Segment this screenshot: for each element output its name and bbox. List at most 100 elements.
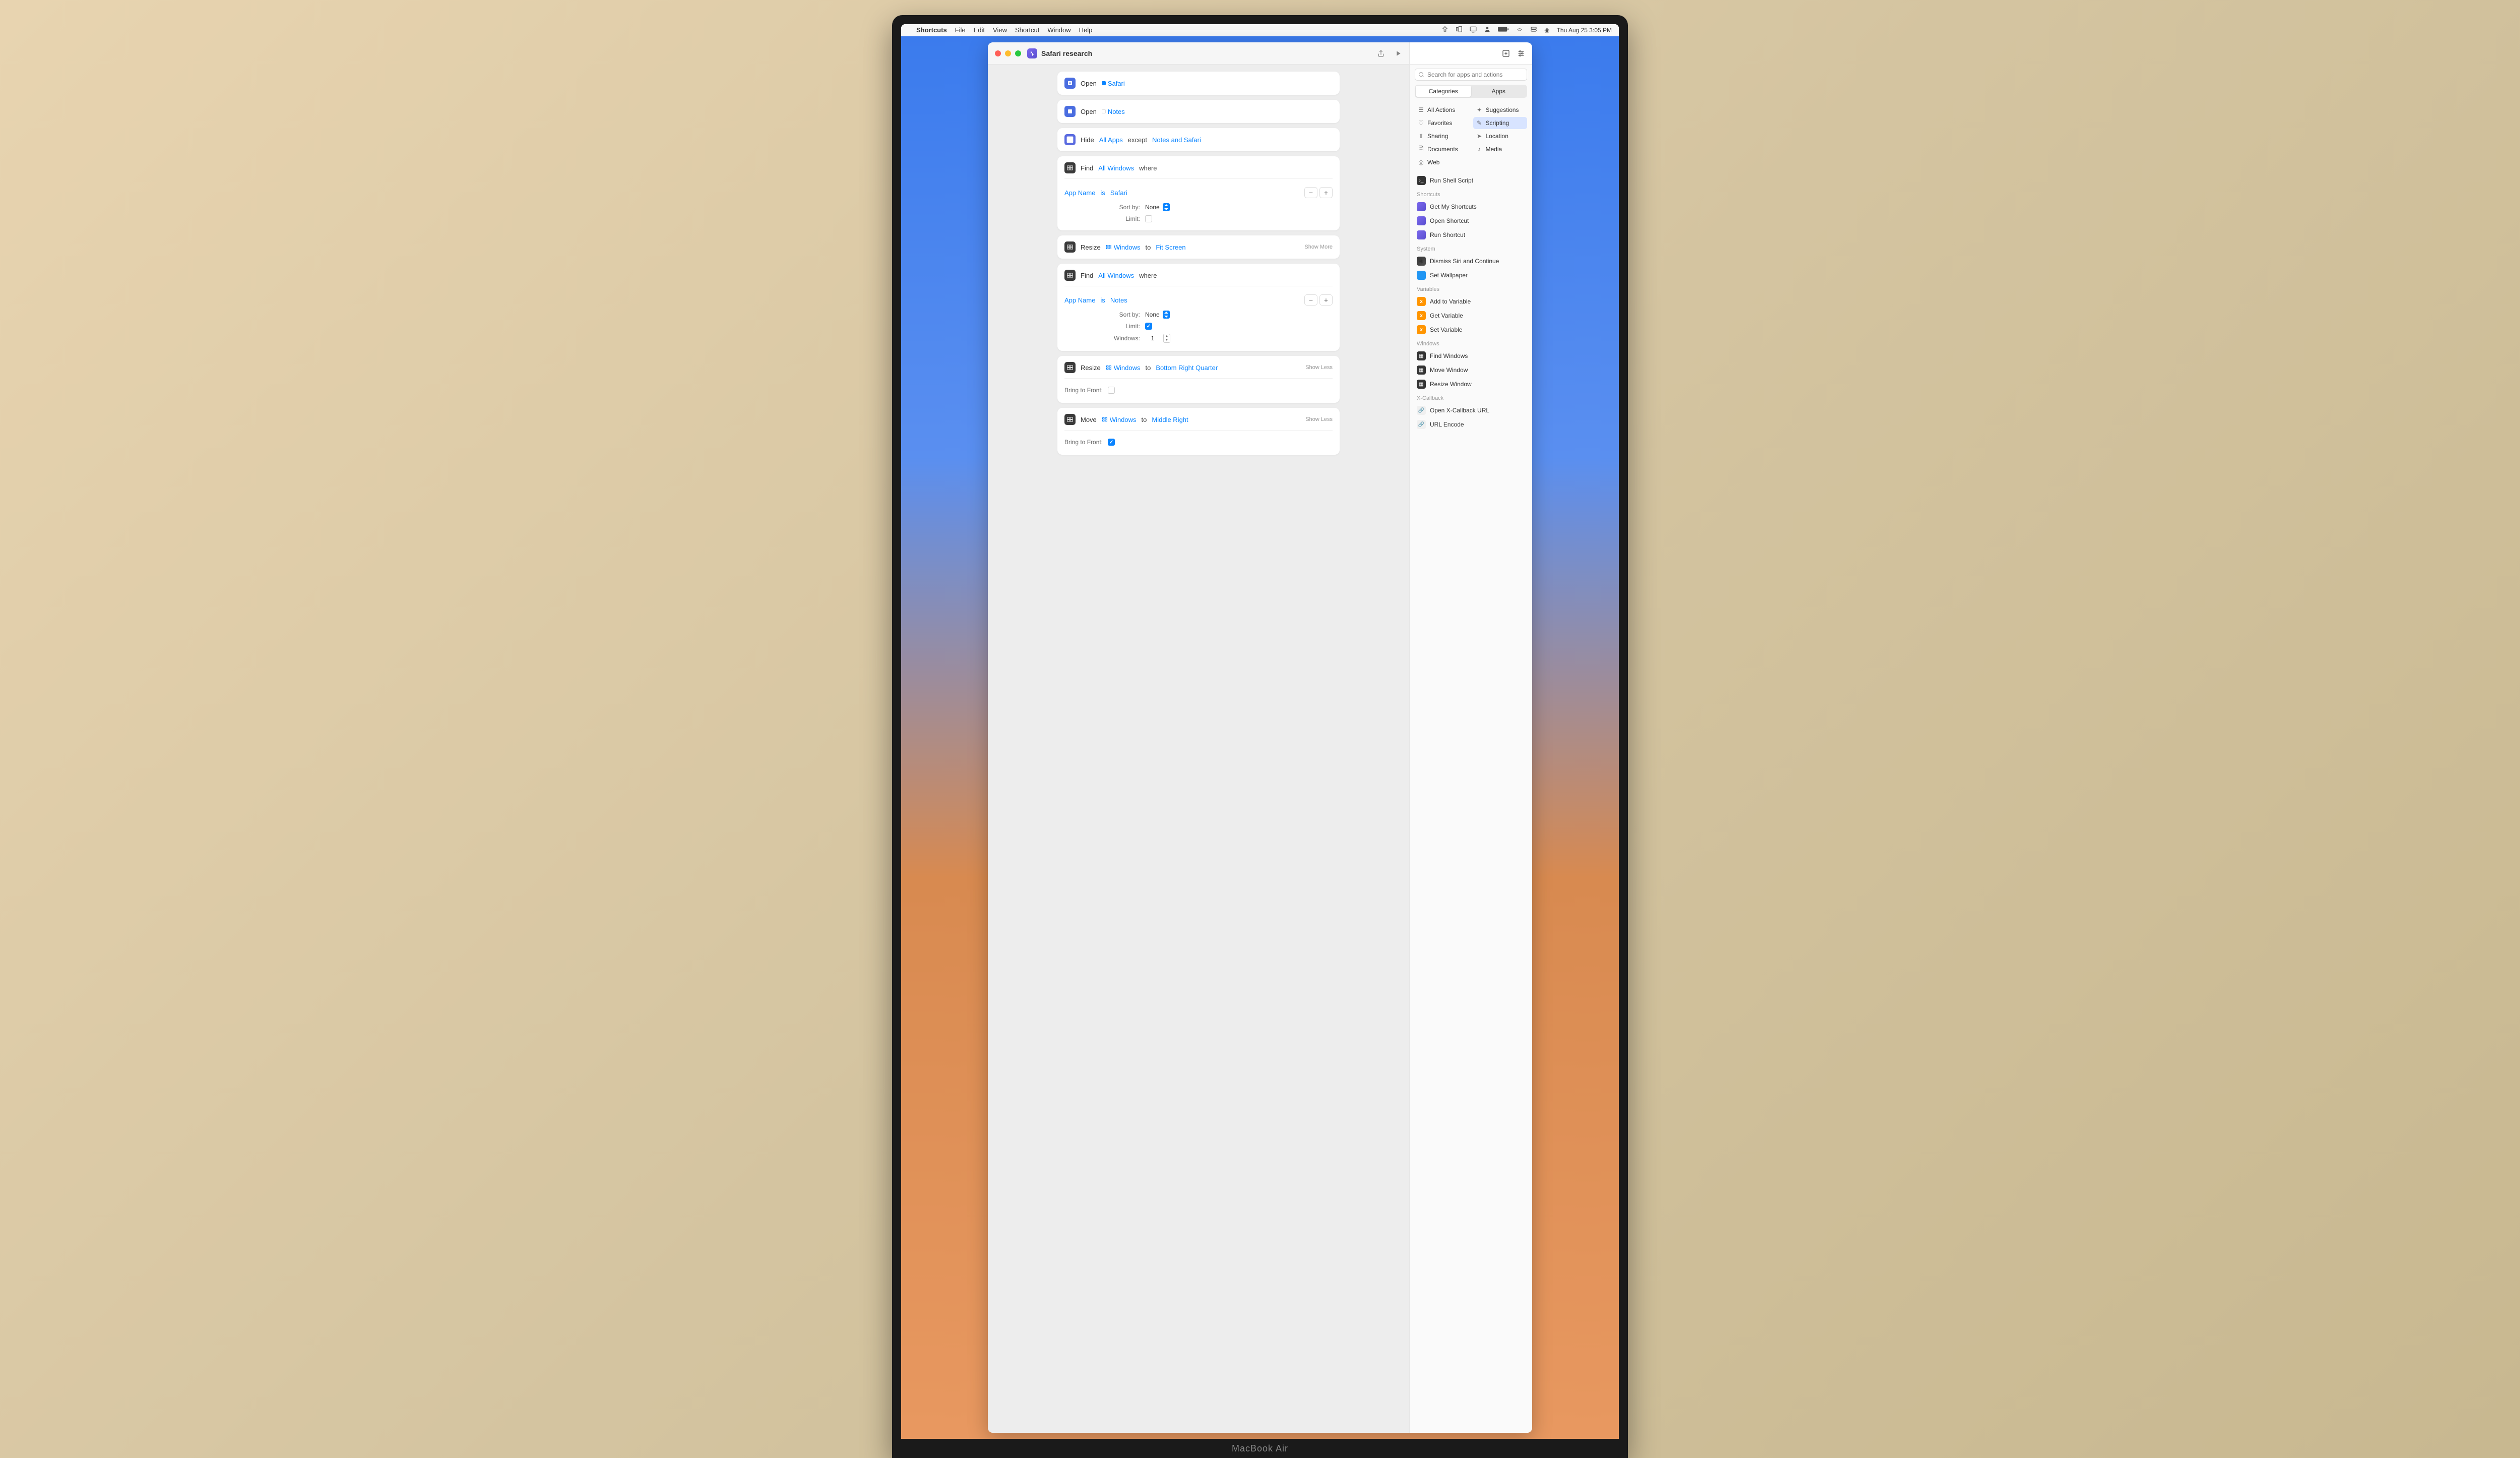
scope-token[interactable]: All Apps bbox=[1099, 136, 1123, 144]
clock[interactable]: Thu Aug 25 3:05 PM bbox=[1557, 27, 1612, 34]
action-resize-fit-screen[interactable]: Resize Windows to Fit Screen Show More bbox=[1057, 235, 1340, 259]
filter-op[interactable]: is bbox=[1100, 189, 1105, 197]
action-set-wallpaper[interactable]: Set Wallpaper bbox=[1415, 268, 1527, 282]
action-url-encode[interactable]: 🔗URL Encode bbox=[1415, 417, 1527, 432]
window-icon bbox=[1064, 241, 1076, 253]
cat-suggestions[interactable]: ✦Suggestions bbox=[1473, 104, 1528, 116]
sort-select[interactable]: None bbox=[1145, 311, 1170, 319]
menu-window[interactable]: Window bbox=[1047, 26, 1070, 34]
action-open-shortcut[interactable]: Open Shortcut bbox=[1415, 214, 1527, 228]
action-resize-window[interactable]: ▦Resize Window bbox=[1415, 377, 1527, 391]
action-run-shortcut[interactable]: Run Shortcut bbox=[1415, 228, 1527, 242]
cat-web[interactable]: ◎Web bbox=[1415, 156, 1469, 168]
editor-canvas[interactable]: Open Safari Open Notes bbox=[988, 65, 1409, 1433]
action-dismiss-siri[interactable]: ◉Dismiss Siri and Continue bbox=[1415, 254, 1527, 268]
laptop-chin: MacBook Air bbox=[901, 1439, 1619, 1458]
remove-filter-button[interactable]: − bbox=[1304, 187, 1317, 198]
apps-token[interactable]: Notes and Safari bbox=[1152, 136, 1201, 144]
cat-scripting[interactable]: ✎Scripting bbox=[1473, 117, 1528, 129]
app-token-notes[interactable]: Notes bbox=[1102, 108, 1125, 115]
share-icon[interactable] bbox=[1377, 49, 1385, 57]
cat-sharing[interactable]: ⇧Sharing bbox=[1415, 130, 1469, 142]
control-center-icon[interactable] bbox=[1530, 26, 1537, 34]
cat-documents[interactable]: 🗎Documents bbox=[1415, 143, 1469, 155]
cat-favorites[interactable]: ♡Favorites bbox=[1415, 117, 1469, 129]
action-move-middle-right[interactable]: Move Windows to Middle Right Show Less B… bbox=[1057, 408, 1340, 455]
windows-token[interactable]: Windows bbox=[1106, 364, 1141, 372]
location-icon: ➤ bbox=[1476, 133, 1483, 140]
cat-location[interactable]: ➤Location bbox=[1473, 130, 1528, 142]
remove-filter-button[interactable]: − bbox=[1304, 294, 1317, 306]
limit-checkbox[interactable] bbox=[1145, 215, 1152, 222]
sort-select[interactable]: None bbox=[1145, 203, 1170, 211]
action-find-windows-notes[interactable]: Find All Windows where App Name is Notes bbox=[1057, 264, 1340, 351]
filter-value[interactable]: Notes bbox=[1110, 296, 1127, 304]
windows-token[interactable]: Windows bbox=[1106, 244, 1141, 251]
maximize-button[interactable] bbox=[1015, 50, 1021, 56]
run-button[interactable] bbox=[1394, 49, 1402, 57]
menu-shortcut[interactable]: Shortcut bbox=[1015, 26, 1039, 34]
action-find-windows-safari[interactable]: Find All Windows where App Name is Safar… bbox=[1057, 156, 1340, 230]
search-input[interactable] bbox=[1415, 69, 1527, 81]
close-button[interactable] bbox=[995, 50, 1001, 56]
sidebar-segmented-control[interactable]: Categories Apps bbox=[1415, 85, 1527, 98]
stage-manager-icon[interactable] bbox=[1456, 26, 1463, 34]
move-value[interactable]: Middle Right bbox=[1152, 416, 1188, 423]
tab-categories[interactable]: Categories bbox=[1416, 86, 1471, 97]
action-get-my-shortcuts[interactable]: Get My Shortcuts bbox=[1415, 200, 1527, 214]
menu-help[interactable]: Help bbox=[1079, 26, 1093, 34]
action-run-shell-script[interactable]: ›_Run Shell Script bbox=[1415, 173, 1527, 188]
action-add-to-variable[interactable]: xAdd to Variable bbox=[1415, 294, 1527, 309]
resize-value[interactable]: Bottom Right Quarter bbox=[1156, 364, 1218, 372]
scope-token[interactable]: All Windows bbox=[1098, 272, 1134, 279]
airdrop-icon[interactable] bbox=[1441, 26, 1448, 34]
library-icon[interactable] bbox=[1502, 49, 1510, 57]
siri-icon[interactable]: ◉ bbox=[1544, 27, 1549, 34]
show-more-button[interactable]: Show More bbox=[1304, 244, 1333, 250]
action-resize-bottom-right[interactable]: Resize Windows to Bottom Right Quarter S… bbox=[1057, 356, 1340, 403]
action-get-variable[interactable]: xGet Variable bbox=[1415, 309, 1527, 323]
shortcuts-icon bbox=[1417, 202, 1426, 211]
menu-edit[interactable]: Edit bbox=[974, 26, 985, 34]
link-icon: 🔗 bbox=[1417, 406, 1426, 415]
app-token-safari[interactable]: Safari bbox=[1102, 80, 1125, 87]
action-open-x-callback[interactable]: 🔗Open X-Callback URL bbox=[1415, 403, 1527, 417]
resize-value[interactable]: Fit Screen bbox=[1156, 244, 1185, 251]
filter-field[interactable]: App Name bbox=[1064, 296, 1095, 304]
battery-icon[interactable] bbox=[1498, 26, 1509, 34]
action-set-variable[interactable]: xSet Variable bbox=[1415, 323, 1527, 337]
bring-to-front-checkbox[interactable] bbox=[1108, 387, 1115, 394]
windows-token[interactable]: Windows bbox=[1102, 416, 1137, 423]
action-move-window[interactable]: ▦Move Window bbox=[1415, 363, 1527, 377]
show-less-button[interactable]: Show Less bbox=[1305, 416, 1333, 422]
action-open-notes[interactable]: Open Notes bbox=[1057, 100, 1340, 123]
bring-to-front-checkbox[interactable] bbox=[1108, 439, 1115, 446]
add-filter-button[interactable]: + bbox=[1319, 187, 1333, 198]
screen-mirror-icon[interactable] bbox=[1470, 26, 1477, 34]
menu-file[interactable]: File bbox=[955, 26, 966, 34]
wifi-icon[interactable] bbox=[1516, 26, 1523, 34]
menu-view[interactable]: View bbox=[993, 26, 1007, 34]
minimize-button[interactable] bbox=[1005, 50, 1011, 56]
tab-apps[interactable]: Apps bbox=[1471, 86, 1527, 97]
limit-checkbox[interactable] bbox=[1145, 323, 1152, 330]
filter-value[interactable]: Safari bbox=[1110, 189, 1127, 197]
scope-token[interactable]: All Windows bbox=[1098, 164, 1134, 172]
action-hide-apps[interactable]: Hide All Apps except Notes and Safari bbox=[1057, 128, 1340, 151]
app-menu[interactable]: Shortcuts bbox=[916, 26, 947, 34]
filter-field[interactable]: App Name bbox=[1064, 189, 1095, 197]
actions-list[interactable]: ›_Run Shell Script Shortcuts Get My Shor… bbox=[1410, 173, 1532, 1433]
filter-op[interactable]: is bbox=[1100, 296, 1105, 304]
action-open-safari[interactable]: Open Safari bbox=[1057, 72, 1340, 95]
window-icon bbox=[1064, 270, 1076, 281]
show-less-button[interactable]: Show Less bbox=[1305, 364, 1333, 371]
add-filter-button[interactable]: + bbox=[1319, 294, 1333, 306]
action-label: Resize bbox=[1081, 244, 1101, 251]
cat-all-actions[interactable]: ☰All Actions bbox=[1415, 104, 1469, 116]
action-find-windows[interactable]: ▦Find Windows bbox=[1415, 349, 1527, 363]
cat-media[interactable]: ♪Media bbox=[1473, 143, 1528, 155]
settings-icon[interactable] bbox=[1517, 49, 1525, 57]
user-icon[interactable] bbox=[1484, 26, 1491, 34]
window-icon: ▦ bbox=[1417, 380, 1426, 389]
windows-stepper[interactable]: ▲▼ bbox=[1145, 334, 1170, 343]
